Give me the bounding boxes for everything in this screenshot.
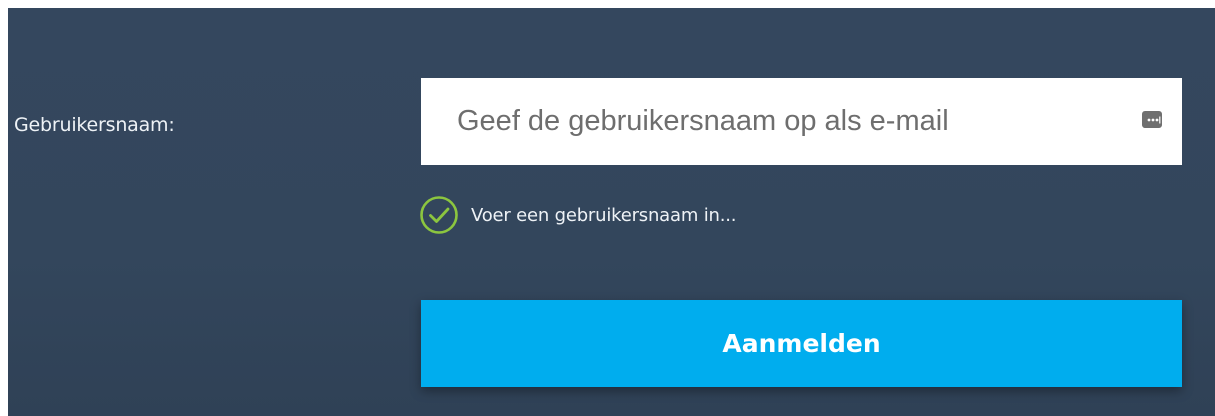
sign-in-button[interactable]: Aanmelden (421, 300, 1182, 387)
username-label: Gebruikersnaam: (14, 114, 175, 136)
check-circle-icon (420, 196, 458, 234)
username-input[interactable] (421, 78, 1182, 165)
password-manager-icon[interactable] (1142, 111, 1162, 128)
username-validation: Voer een gebruikersnaam in... (419, 195, 736, 235)
login-panel: Gebruikersnaam: Voer een gebruikersnaam … (8, 8, 1215, 416)
validation-message: Voer een gebruikersnaam in... (471, 204, 737, 226)
username-field-container (421, 78, 1182, 165)
